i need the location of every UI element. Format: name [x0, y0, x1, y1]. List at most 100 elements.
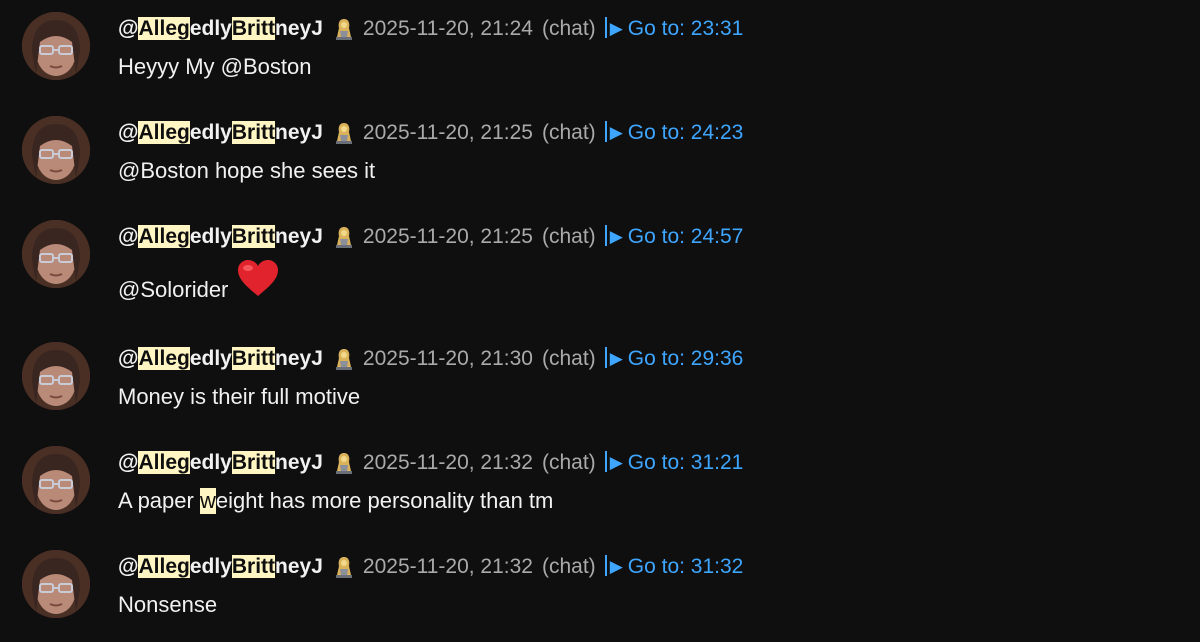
play-triangle-icon: ▶	[609, 349, 623, 368]
author-name[interactable]: @AllegedlyBrittneyJ	[118, 347, 323, 371]
member-badge-icon	[333, 121, 355, 145]
divider	[604, 17, 607, 38]
user-avatar[interactable]	[22, 12, 90, 80]
goto-timestamp-link[interactable]: ▶ Go to: 24:23	[604, 121, 744, 145]
author-name-highlight: Britt	[231, 225, 276, 248]
goto-timestamp-link[interactable]: ▶ Go to: 31:21	[604, 451, 744, 475]
timestamp: 2025-11-20, 21:32	[362, 555, 533, 578]
timestamp: 2025-11-20, 21:32	[362, 451, 533, 474]
author-name-part: @	[118, 347, 139, 370]
author-name[interactable]: @AllegedlyBrittneyJ	[118, 121, 323, 145]
author-name-highlight: Alleg	[138, 225, 190, 248]
message-header: @AllegedlyBrittneyJ 2025-11-20, 21:25 (c…	[118, 118, 743, 148]
member-badge-icon	[333, 17, 355, 41]
play-triangle-icon: ▶	[609, 557, 623, 576]
divider	[604, 451, 607, 472]
goto-timestamp-link[interactable]: ▶ Go to: 24:57	[604, 225, 744, 249]
message-header: @AllegedlyBrittneyJ 2025-11-20, 21:30 (c…	[118, 344, 743, 374]
avatar-photo-icon	[22, 220, 90, 288]
chat-message: @AllegedlyBrittneyJ 2025-11-20, 21:30 (c…	[0, 330, 1200, 434]
user-avatar[interactable]	[22, 446, 90, 514]
member-badge-icon	[333, 347, 355, 371]
goto-label: Go to: 24:23	[627, 121, 744, 144]
red-heart-icon	[236, 258, 280, 298]
chat-message: @AllegedlyBrittneyJ 2025-11-20, 21:24 (c…	[0, 0, 1200, 104]
member-badge-icon	[333, 451, 355, 475]
author-name-part: edly	[189, 121, 232, 144]
chat-message-list: @AllegedlyBrittneyJ 2025-11-20, 21:24 (c…	[0, 0, 1200, 633]
message-text-part: Nonsense	[118, 592, 218, 617]
avatar-photo-icon	[22, 116, 90, 184]
message-text: Money is their full motive	[118, 384, 360, 410]
author-name-highlight: Alleg	[138, 17, 190, 40]
chat-message: @AllegedlyBrittneyJ 2025-11-20, 21:32 (c…	[0, 434, 1200, 538]
message-kind: (chat)	[542, 347, 596, 370]
message-text-part: A paper	[118, 488, 200, 513]
play-triangle-icon: ▶	[609, 453, 623, 472]
author-name-part: neyJ	[275, 225, 323, 248]
goto-label: Go to: 29:36	[627, 347, 744, 370]
message-kind: (chat)	[542, 555, 596, 578]
message-text-part: @Boston hope she sees it	[118, 158, 376, 183]
goto-label: Go to: 31:21	[627, 451, 744, 474]
author-name[interactable]: @AllegedlyBrittneyJ	[118, 451, 323, 475]
author-name-highlight: Britt	[231, 17, 276, 40]
message-text: @Boston hope she sees it	[118, 158, 375, 184]
author-name-part: neyJ	[275, 451, 323, 474]
author-name-part: @	[118, 225, 139, 248]
author-name-part: neyJ	[275, 17, 323, 40]
author-name[interactable]: @AllegedlyBrittneyJ	[118, 555, 323, 579]
message-header: @AllegedlyBrittneyJ 2025-11-20, 21:32 (c…	[118, 552, 743, 582]
author-name-part: edly	[189, 225, 232, 248]
author-name-part: neyJ	[275, 121, 323, 144]
message-kind: (chat)	[542, 225, 596, 248]
user-avatar[interactable]	[22, 342, 90, 410]
message-header: @AllegedlyBrittneyJ 2025-11-20, 21:24 (c…	[118, 14, 743, 44]
member-badge-icon	[333, 555, 355, 579]
play-triangle-icon: ▶	[609, 19, 623, 38]
message-text-part: eight has more personality than tm	[215, 488, 554, 513]
avatar-photo-icon	[22, 342, 90, 410]
author-name-part: @	[118, 451, 139, 474]
message-text: Nonsense	[118, 592, 217, 618]
author-name-part: edly	[189, 17, 232, 40]
goto-timestamp-link[interactable]: ▶ Go to: 31:32	[604, 555, 744, 579]
message-text: @Solorider	[118, 260, 280, 310]
author-name[interactable]: @AllegedlyBrittneyJ	[118, 225, 323, 249]
message-text-part: Money is their full motive	[118, 384, 361, 409]
goto-label: Go to: 24:57	[627, 225, 744, 248]
author-name-part: @	[118, 17, 139, 40]
play-triangle-icon: ▶	[609, 227, 623, 246]
chat-message: @AllegedlyBrittneyJ 2025-11-20, 21:25 (c…	[0, 104, 1200, 208]
author-name-highlight: Alleg	[138, 555, 190, 578]
user-avatar[interactable]	[22, 550, 90, 618]
author-name-part: edly	[189, 555, 232, 578]
member-badge-icon	[333, 225, 355, 249]
author-name-highlight: Britt	[231, 347, 276, 370]
play-triangle-icon: ▶	[609, 123, 623, 142]
user-avatar[interactable]	[22, 220, 90, 288]
message-kind: (chat)	[542, 451, 596, 474]
author-name-highlight: Alleg	[138, 121, 190, 144]
timestamp: 2025-11-20, 21:25	[362, 121, 533, 144]
divider	[604, 121, 607, 142]
message-text-part: Heyyy My @Boston	[118, 54, 312, 79]
author-name-part: edly	[189, 451, 232, 474]
divider	[604, 347, 607, 368]
message-header: @AllegedlyBrittneyJ 2025-11-20, 21:25 (c…	[118, 222, 743, 252]
divider	[604, 225, 607, 246]
author-name-part: neyJ	[275, 347, 323, 370]
author-name-part: neyJ	[275, 555, 323, 578]
user-avatar[interactable]	[22, 116, 90, 184]
goto-timestamp-link[interactable]: ▶ Go to: 23:31	[604, 17, 744, 41]
goto-label: Go to: 23:31	[627, 17, 744, 40]
author-name-part: @	[118, 121, 139, 144]
message-kind: (chat)	[542, 121, 596, 144]
message-text: Heyyy My @Boston	[118, 54, 312, 80]
goto-label: Go to: 31:32	[627, 555, 744, 578]
author-name[interactable]: @AllegedlyBrittneyJ	[118, 17, 323, 41]
timestamp: 2025-11-20, 21:24	[362, 17, 533, 40]
goto-timestamp-link[interactable]: ▶ Go to: 29:36	[604, 347, 744, 371]
author-name-part: edly	[189, 347, 232, 370]
avatar-photo-icon	[22, 446, 90, 514]
